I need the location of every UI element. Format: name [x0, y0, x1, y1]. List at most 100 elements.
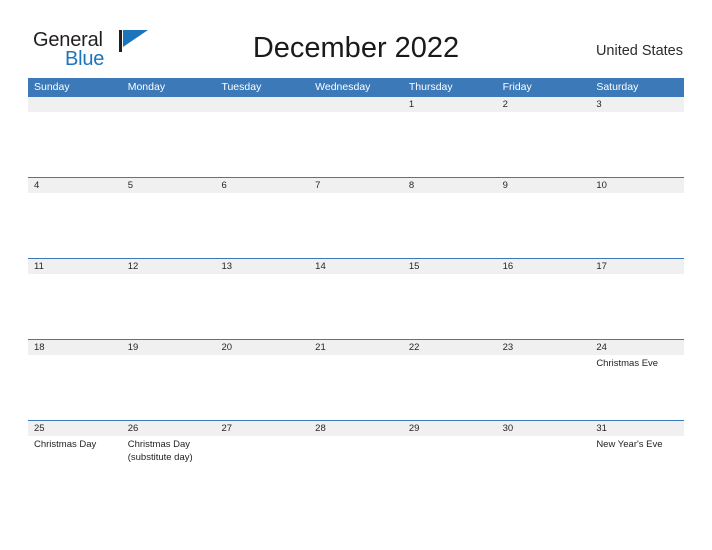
page-header: General Blue December 2022 United States — [0, 0, 712, 76]
weekday-header-thursday: Thursday — [408, 81, 453, 93]
day-cell[interactable] — [122, 193, 216, 258]
week-date-band: 11 12 13 14 15 16 17 — [28, 258, 684, 274]
calendar-week-row: 25 26 27 28 29 30 31 Christmas Day Chris… — [28, 420, 684, 501]
weekday-header-wednesday: Wednesday — [315, 81, 371, 93]
day-number[interactable]: 7 — [309, 178, 403, 193]
day-number[interactable] — [309, 97, 403, 112]
day-number[interactable]: 17 — [590, 259, 684, 274]
day-number[interactable]: 15 — [403, 259, 497, 274]
day-cell[interactable] — [590, 112, 684, 177]
day-cell[interactable] — [497, 112, 591, 177]
day-cell[interactable]: New Year's Eve — [590, 436, 684, 501]
day-number[interactable]: 27 — [215, 421, 309, 436]
day-number[interactable] — [28, 97, 122, 112]
day-number[interactable]: 25 — [28, 421, 122, 436]
day-number[interactable]: 12 — [122, 259, 216, 274]
day-cell[interactable] — [497, 355, 591, 420]
day-cell[interactable] — [28, 355, 122, 420]
day-number[interactable]: 3 — [590, 97, 684, 112]
day-number[interactable]: 13 — [215, 259, 309, 274]
day-cell[interactable] — [497, 274, 591, 339]
day-cell[interactable]: Christmas Day — [28, 436, 122, 501]
day-number[interactable]: 30 — [497, 421, 591, 436]
calendar-week-row: 4 5 6 7 8 9 10 — [28, 177, 684, 258]
day-number[interactable]: 29 — [403, 421, 497, 436]
weekday-header-monday: Monday — [127, 81, 166, 93]
event-label: Christmas Day (substitute day) — [127, 439, 193, 463]
day-number[interactable]: 4 — [28, 178, 122, 193]
week-date-band: 4 5 6 7 8 9 10 — [28, 177, 684, 193]
day-number[interactable]: 5 — [122, 178, 216, 193]
day-cell[interactable] — [28, 193, 122, 258]
day-number[interactable]: 23 — [497, 340, 591, 355]
day-number[interactable]: 8 — [403, 178, 497, 193]
day-cell[interactable] — [309, 193, 403, 258]
day-number[interactable] — [215, 97, 309, 112]
week-event-band — [28, 193, 684, 258]
week-event-band: Christmas Day Christmas Day (substitute … — [28, 436, 684, 501]
week-date-band: 18 19 20 21 22 23 24 — [28, 339, 684, 355]
week-date-band: 1 2 3 — [28, 96, 684, 112]
day-cell[interactable] — [215, 193, 309, 258]
day-cell[interactable] — [590, 193, 684, 258]
day-number[interactable] — [122, 97, 216, 112]
event-label: New Year's Eve — [596, 439, 663, 450]
day-cell[interactable] — [215, 274, 309, 339]
day-number[interactable]: 10 — [590, 178, 684, 193]
day-cell[interactable] — [309, 355, 403, 420]
calendar-week-row: 1 2 3 — [28, 96, 684, 177]
day-cell[interactable] — [215, 436, 309, 501]
day-cell[interactable] — [497, 193, 591, 258]
weekday-header-saturday: Saturday — [596, 81, 639, 93]
day-cell[interactable] — [403, 193, 497, 258]
day-cell[interactable] — [309, 112, 403, 177]
day-number[interactable]: 14 — [309, 259, 403, 274]
day-number[interactable]: 19 — [122, 340, 216, 355]
day-cell[interactable] — [122, 274, 216, 339]
day-cell[interactable] — [590, 274, 684, 339]
week-event-band — [28, 112, 684, 177]
weekday-header-row: Sunday Monday Tuesday Wednesday Thursday… — [28, 78, 684, 96]
day-cell[interactable] — [497, 436, 591, 501]
event-label: Christmas Day — [34, 439, 97, 450]
day-number[interactable]: 28 — [309, 421, 403, 436]
day-cell[interactable] — [403, 436, 497, 501]
day-cell[interactable] — [403, 355, 497, 420]
day-cell[interactable] — [309, 436, 403, 501]
calendar-page: General Blue December 2022 United States… — [0, 0, 712, 550]
day-number[interactable]: 1 — [403, 97, 497, 112]
day-number[interactable]: 22 — [403, 340, 497, 355]
day-cell[interactable] — [28, 274, 122, 339]
day-cell[interactable] — [122, 355, 216, 420]
day-cell[interactable] — [215, 355, 309, 420]
week-event-band: Christmas Eve — [28, 355, 684, 420]
day-number[interactable]: 24 — [590, 340, 684, 355]
day-number[interactable]: 21 — [309, 340, 403, 355]
region-label: United States — [595, 43, 683, 59]
calendar-week-row: 18 19 20 21 22 23 24 Christmas Eve — [28, 339, 684, 420]
day-cell[interactable]: Christmas Eve — [590, 355, 684, 420]
day-cell[interactable] — [122, 112, 216, 177]
day-cell[interactable] — [403, 274, 497, 339]
weekday-header-friday: Friday — [502, 81, 532, 93]
day-cell[interactable] — [403, 112, 497, 177]
day-number[interactable]: 2 — [497, 97, 591, 112]
day-cell[interactable] — [215, 112, 309, 177]
day-cell[interactable] — [28, 112, 122, 177]
weekday-header-sunday: Sunday — [34, 81, 70, 93]
day-number[interactable]: 16 — [497, 259, 591, 274]
calendar-week-row: 11 12 13 14 15 16 17 — [28, 258, 684, 339]
week-date-band: 25 26 27 28 29 30 31 — [28, 420, 684, 436]
day-number[interactable]: 11 — [28, 259, 122, 274]
day-cell[interactable] — [309, 274, 403, 339]
day-number[interactable]: 20 — [215, 340, 309, 355]
day-number[interactable]: 26 — [122, 421, 216, 436]
event-label: Christmas Eve — [596, 358, 659, 369]
day-number[interactable]: 31 — [590, 421, 684, 436]
day-number[interactable]: 9 — [497, 178, 591, 193]
day-cell[interactable]: Christmas Day (substitute day) — [122, 436, 216, 501]
weekday-header-tuesday: Tuesday — [221, 81, 262, 93]
calendar-grid: Sunday Monday Tuesday Wednesday Thursday… — [28, 78, 684, 501]
day-number[interactable]: 18 — [28, 340, 122, 355]
day-number[interactable]: 6 — [215, 178, 309, 193]
